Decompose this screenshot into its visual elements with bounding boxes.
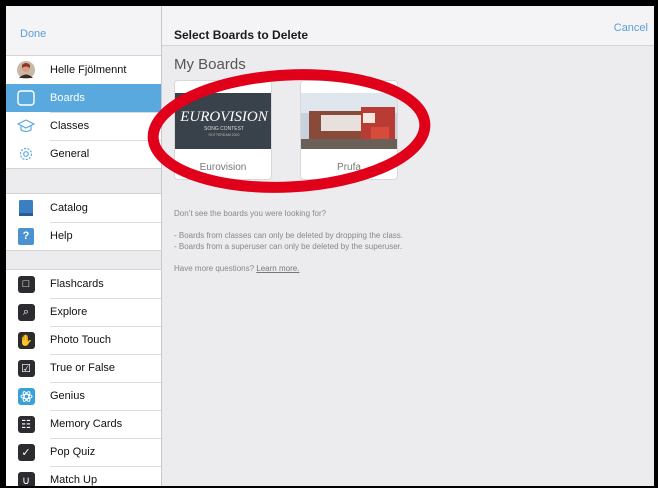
sidebar-item-pop-quiz[interactable]: ✓ Pop Quiz xyxy=(6,438,161,466)
eurovision-logo-text: EUROVISION xyxy=(179,109,268,125)
quiz-icon: ✓ xyxy=(16,442,36,462)
grid-icon: ☷ xyxy=(16,414,36,434)
sidebar-item-general[interactable]: General xyxy=(6,140,161,168)
sidebar-item-user[interactable]: Helle Fjölmennt xyxy=(6,56,161,84)
hand-icon: ✋ xyxy=(16,330,36,350)
sidebar-item-label: Flashcards xyxy=(50,278,104,290)
prufa-thumbnail xyxy=(301,93,397,149)
sidebar-item-flashcards[interactable]: □ Flashcards xyxy=(6,270,161,298)
board-card-eurovision[interactable]: EUROVISION SONG CONTEST ROTTERDAM 2020 E… xyxy=(174,80,272,180)
sidebar-item-label: Classes xyxy=(50,120,90,132)
sidebar-item-label: Boards xyxy=(50,92,85,104)
app-frame: Done Helle Fjölmennt Boards Classes Gene… xyxy=(6,6,654,486)
sidebar-item-label: Pop Quiz xyxy=(50,446,96,458)
main-panel: Select Boards to Delete Cancel My Boards… xyxy=(162,6,654,486)
sidebar-item-catalog[interactable]: Catalog xyxy=(6,194,161,222)
learn-more-link[interactable]: Learn more. xyxy=(256,264,299,273)
help-question: Don’t see the boards you were looking fo… xyxy=(174,209,327,218)
magnet-icon: ∪ xyxy=(16,470,36,486)
more-questions: Have more questions? Learn more. xyxy=(174,263,299,274)
cancel-button[interactable]: Cancel xyxy=(614,22,648,34)
account-group: Helle Fjölmennt Boards Classes General xyxy=(6,56,161,169)
sidebar-item-label: Photo Touch xyxy=(50,334,111,346)
top-bar: Select Boards to Delete Cancel xyxy=(162,6,654,46)
sidebar-item-true-or-false[interactable]: ☑ True or False xyxy=(6,354,161,382)
sidebar-item-boards[interactable]: Boards xyxy=(6,84,161,112)
sidebar-item-label: Memory Cards xyxy=(50,418,123,430)
sidebar-item-label: Catalog xyxy=(50,202,88,214)
modes-group: □ Flashcards ⌕ Explore ✋ Photo Touch ☑ T… xyxy=(6,269,161,486)
eurovision-thumbnail: EUROVISION SONG CONTEST ROTTERDAM 2020 xyxy=(175,93,271,149)
sidebar-item-label: Match Up xyxy=(50,474,98,486)
eurovision-logo-sub: SONG CONTEST xyxy=(204,126,244,132)
board-card-prufa[interactable]: Prufa xyxy=(300,80,398,180)
boards-icon xyxy=(16,88,36,108)
sidebar-item-label: Genius xyxy=(50,390,85,402)
checkbox-icon: ☑ xyxy=(16,358,36,378)
section-title: My Boards xyxy=(174,56,246,73)
sidebar-item-label: Explore xyxy=(50,306,88,318)
help-line-superuser: - Boards from a superuser can only be de… xyxy=(174,242,403,251)
sidebar-item-help[interactable]: ? Help xyxy=(6,222,161,250)
question-icon: ? xyxy=(16,226,36,246)
flashcards-icon: □ xyxy=(16,274,36,294)
book-icon xyxy=(16,198,36,218)
classes-icon xyxy=(16,116,36,136)
sidebar-item-photo-touch[interactable]: ✋ Photo Touch xyxy=(6,326,161,354)
sidebar-item-genius[interactable]: Genius xyxy=(6,382,161,410)
help-line-classes: - Boards from classes can only be delete… xyxy=(174,231,404,240)
sidebar-item-label: True or False xyxy=(50,362,116,374)
gear-icon xyxy=(16,144,36,164)
sidebar-item-label: General xyxy=(50,148,90,160)
board-name: Eurovision xyxy=(199,162,247,173)
sidebar-item-memory-cards[interactable]: ☷ Memory Cards xyxy=(6,410,161,438)
user-name: Helle Fjölmennt xyxy=(50,64,127,76)
page-title: Select Boards to Delete xyxy=(174,28,309,42)
done-button[interactable]: Done xyxy=(20,28,46,40)
explore-icon: ⌕ xyxy=(16,302,36,322)
sidebar-item-label: Help xyxy=(50,230,73,242)
avatar xyxy=(16,60,36,80)
sidebar-item-match-up[interactable]: ∪ Match Up xyxy=(6,466,161,486)
sidebar-item-classes[interactable]: Classes xyxy=(6,112,161,140)
support-group: Catalog ? Help xyxy=(6,193,161,251)
atom-icon xyxy=(16,386,36,406)
sidebar-item-explore[interactable]: ⌕ Explore xyxy=(6,298,161,326)
sidebar: Done Helle Fjölmennt Boards Classes Gene… xyxy=(6,6,162,486)
more-questions-text: Have more questions? xyxy=(174,264,257,273)
sidebar-header: Done xyxy=(6,6,161,56)
board-name: Prufa xyxy=(337,162,361,173)
eurovision-logo-sub2: ROTTERDAM 2020 xyxy=(209,133,240,137)
